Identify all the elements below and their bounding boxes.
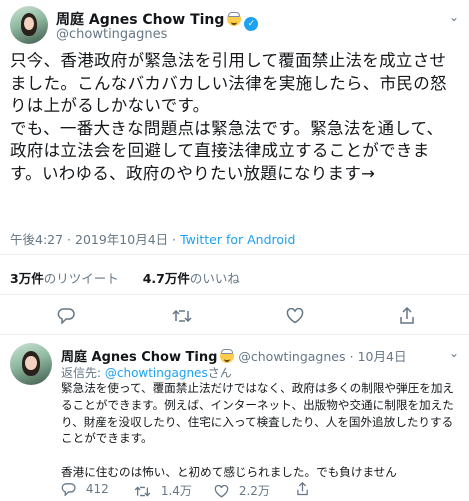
tweet-text: 只今、香港政府が緊急法を引用して覆面禁止法を成立させました。こんなバカバカしい法…	[10, 50, 460, 185]
reply-retweet-button[interactable]: 1.4万	[134, 482, 192, 499]
reply-button[interactable]	[57, 308, 75, 324]
reply-icon	[61, 483, 76, 496]
retweet-button[interactable]	[172, 308, 192, 324]
share-icon	[400, 307, 414, 324]
halo-emoji-icon	[220, 349, 235, 363]
likes-stat[interactable]: 4.7万件のいいね	[143, 271, 240, 286]
reply-to-prefix: 返信先:	[61, 366, 105, 380]
retweet-count: 1.4万	[160, 484, 192, 498]
likes-count: 4.7万件	[142, 271, 190, 286]
reply-to-suffix: さん	[207, 366, 232, 380]
divider	[0, 254, 469, 255]
reply-reply-button[interactable]: 412	[61, 482, 109, 496]
reply-share-button[interactable]	[296, 482, 309, 496]
divider	[0, 334, 469, 335]
reply-icon	[57, 308, 75, 324]
chevron-down-icon[interactable]: ⌄	[449, 10, 459, 24]
reply-author-name[interactable]: 周庭 Agnes Chow Ting	[61, 350, 217, 365]
like-button[interactable]	[286, 308, 304, 324]
tweet-stats: 3万件のリツイート 4.7万件のいいね	[10, 268, 240, 287]
reply-date[interactable]: · 10月4日	[350, 349, 407, 364]
retweets-stat[interactable]: 3万件のリツイート	[10, 271, 119, 286]
likes-label: のいいね	[189, 271, 240, 286]
heart-icon	[286, 308, 304, 324]
reply-author-avatar[interactable]	[10, 343, 52, 385]
reply-to-line: 返信先: @chowtingagnesさん	[61, 364, 232, 381]
share-button[interactable]	[399, 307, 415, 325]
verified-badge-icon: ✓	[244, 17, 259, 31]
tweet-timestamp[interactable]: 午後4:27 · 2019年10月4日 ·	[10, 232, 176, 247]
reply-paragraph: 緊急法を使って、覆面禁止法だけではなく、政府は多くの制限や弾圧を加えることができ…	[61, 381, 455, 446]
divider	[0, 294, 469, 295]
share-icon	[297, 482, 308, 496]
reply-header: 周庭 Agnes Chow Ting @chowtingagnes · 10月4日	[61, 346, 406, 365]
halo-emoji-icon	[227, 12, 242, 26]
tweet-text-paragraph: 只今、香港政府が緊急法を引用して覆面禁止法を成立させました。こんなバカバカしい法…	[10, 51, 447, 115]
reply-text: 緊急法を使って、覆面禁止法だけではなく、政府は多くの制限や弾圧を加えることができ…	[61, 380, 461, 481]
retweet-icon	[134, 486, 151, 497]
tweet-source-link[interactable]: Twitter for Android	[180, 232, 295, 247]
reply-count: 412	[85, 482, 109, 496]
author-name[interactable]: 周庭 Agnes Chow Ting	[56, 12, 224, 28]
heart-icon	[214, 485, 229, 498]
retweets-label: のリツイート	[43, 271, 119, 286]
retweet-icon	[172, 309, 192, 323]
reply-author-handle[interactable]: @chowtingagnes	[238, 349, 345, 364]
chevron-down-icon[interactable]: ⌄	[449, 346, 459, 360]
tweet-text-paragraph: でも、一番大きな問題点は緊急法です。緊急法を通して、政府は立法会を回避して直接法…	[10, 118, 444, 183]
like-count: 2.2万	[238, 484, 270, 498]
author-handle[interactable]: @chowtingagnes	[56, 27, 167, 42]
reply-like-button[interactable]: 2.2万	[214, 482, 270, 499]
author-avatar[interactable]	[10, 6, 48, 44]
reply-paragraph: 香港に住むのは怖い、と初めて感じられました。でも負けません	[61, 464, 397, 479]
retweets-count: 3万件	[10, 271, 44, 286]
reply-to-target[interactable]: @chowtingagnes	[105, 366, 208, 380]
tweet-meta: 午後4:27 · 2019年10月4日 · Twitter for Androi…	[10, 229, 295, 248]
